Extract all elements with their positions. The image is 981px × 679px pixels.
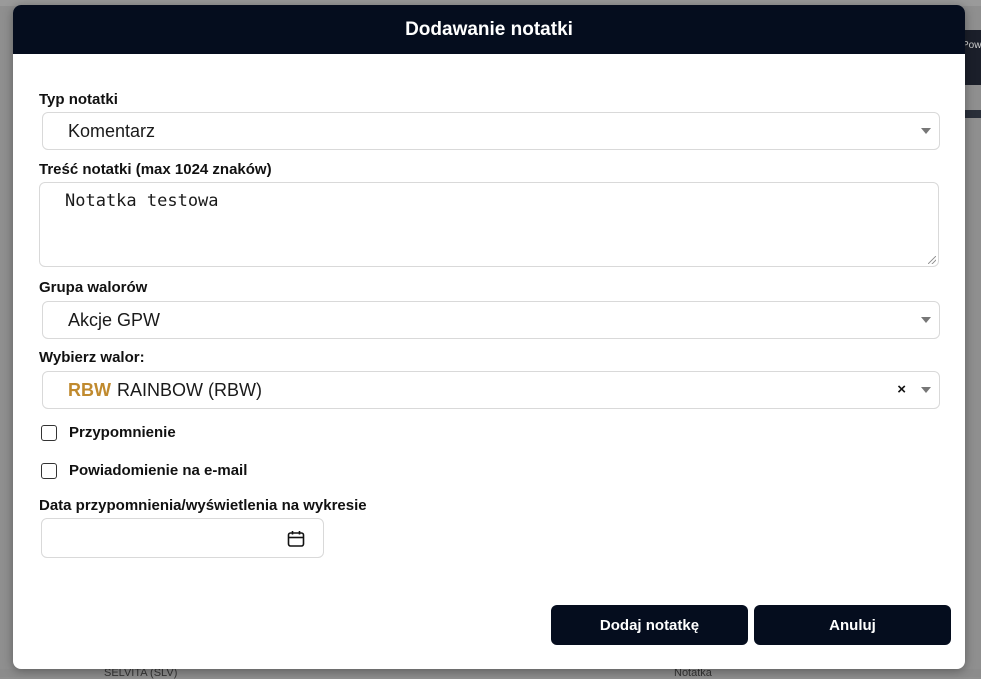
dialog-header: Dodawanie notatki xyxy=(13,5,965,54)
clear-icon[interactable]: × xyxy=(897,381,906,398)
chevron-down-icon[interactable] xyxy=(921,128,931,134)
asset-group-select[interactable]: Akcje GPW xyxy=(42,301,940,339)
asset-group-label: Grupa walorów xyxy=(39,279,148,296)
note-content-textarea[interactable]: Notatka testowa xyxy=(39,182,939,267)
date-input[interactable] xyxy=(41,518,324,558)
asset-label: Wybierz walor: xyxy=(39,349,145,366)
date-label: Data przypomnienia/wyświetlenia na wykre… xyxy=(39,497,367,514)
background-right-bar xyxy=(965,110,981,118)
add-note-button[interactable]: Dodaj notatkę xyxy=(551,605,748,645)
email-notification-option[interactable]: Powiadomienie na e-mail xyxy=(41,462,247,479)
add-note-dialog: Dodawanie notatki Typ notatki Komentarz … xyxy=(13,5,965,669)
asset-ticker: RBW xyxy=(68,379,111,400)
email-notification-label: Powiadomienie na e-mail xyxy=(69,462,248,479)
reminder-checkbox[interactable] xyxy=(41,424,57,441)
chevron-down-icon[interactable] xyxy=(921,387,931,393)
note-content-label: Treść notatki (max 1024 znaków) xyxy=(39,161,272,178)
resize-handle-icon[interactable] xyxy=(928,256,936,264)
note-type-select[interactable]: Komentarz xyxy=(42,112,940,150)
note-content-value: Notatka testowa xyxy=(65,191,219,211)
asset-group-value: Akcje GPW xyxy=(68,309,161,330)
note-type-value: Komentarz xyxy=(68,120,156,141)
dialog-title: Dodawanie notatki xyxy=(405,18,573,40)
reminder-option[interactable]: Przypomnienie xyxy=(41,424,176,441)
email-notification-checkbox[interactable] xyxy=(41,462,57,479)
cancel-button[interactable]: Anuluj xyxy=(754,605,951,645)
calendar-icon[interactable] xyxy=(287,530,305,548)
asset-select[interactable]: RBW RAINBOW (RBW) × xyxy=(42,371,940,409)
note-type-label: Typ notatki xyxy=(39,91,118,108)
chevron-down-icon[interactable] xyxy=(921,317,931,323)
asset-name: RAINBOW (RBW) xyxy=(117,379,262,400)
reminder-label: Przypomnienie xyxy=(69,424,176,441)
background-right-panel xyxy=(965,30,981,85)
background-table-row: SELVITA (SLV) Notatka xyxy=(0,667,981,679)
